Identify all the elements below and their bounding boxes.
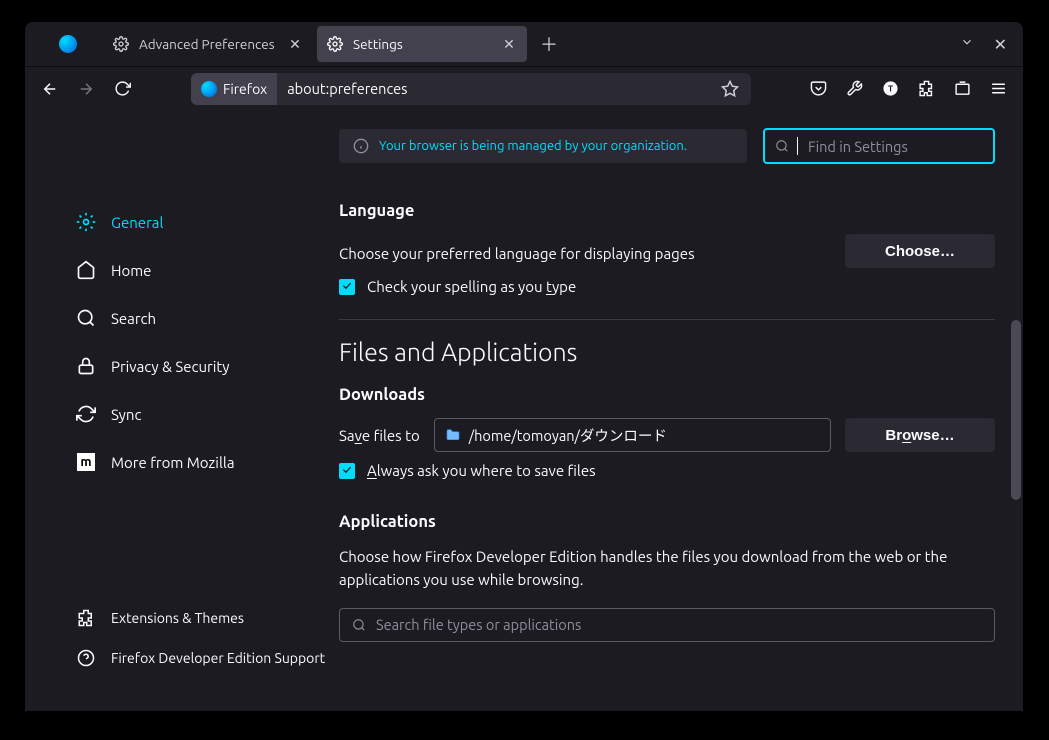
all-tabs-button[interactable] [960, 35, 974, 54]
pinned-tab[interactable] [33, 22, 103, 66]
screenshot-icon[interactable] [947, 74, 977, 104]
tab-label: Advanced Preferences [139, 36, 275, 52]
sidebar-support[interactable]: Firefox Developer Edition Support [73, 639, 339, 677]
separator [339, 319, 995, 320]
app-search-placeholder: Search file types or applications [376, 616, 581, 633]
svg-text:T: T [887, 83, 892, 93]
sync-icon [75, 403, 97, 425]
mozilla-icon: m [75, 451, 97, 473]
sidebar-item-label: Home [111, 262, 151, 279]
sidebar-item-label: More from Mozilla [111, 454, 235, 471]
url-input[interactable]: about:preferences [277, 80, 709, 97]
sidebar-item-label: Extensions & Themes [111, 610, 244, 626]
downloads-heading: Downloads [339, 386, 995, 404]
choose-language-button[interactable]: Choose… [845, 234, 995, 268]
lock-icon [75, 355, 97, 377]
firefox-icon [201, 81, 217, 97]
sidebar-item-home[interactable]: Home [73, 248, 339, 292]
tab-advanced-preferences[interactable]: Advanced Preferences ✕ [103, 26, 313, 62]
identity-label: Firefox [223, 81, 267, 97]
url-bar[interactable]: Firefox about:preferences [191, 73, 751, 105]
forward-button[interactable] [71, 74, 101, 104]
managed-banner: Your browser is being managed by your or… [339, 129, 747, 163]
firefox-icon [59, 35, 77, 53]
tab-bar: Advanced Preferences ✕ Settings ✕ ＋ ✕ [25, 22, 1023, 66]
sidebar-item-label: Sync [111, 406, 141, 423]
applications-desc: Choose how Firefox Developer Edition han… [339, 545, 995, 592]
sidebar-item-label: Firefox Developer Edition Support [111, 650, 325, 666]
sidebar-item-more-mozilla[interactable]: m More from Mozilla [73, 440, 339, 484]
bookmark-star-icon[interactable] [709, 80, 751, 98]
home-icon [75, 259, 97, 281]
search-placeholder: Find in Settings [808, 138, 908, 155]
applications-heading: Applications [339, 513, 995, 531]
extensions-icon[interactable] [911, 74, 941, 104]
tab-settings[interactable]: Settings ✕ [317, 26, 527, 62]
menu-icon[interactable] [983, 74, 1013, 104]
files-apps-heading: Files and Applications [339, 338, 995, 366]
spellcheck-label: Check your spelling as you type [367, 278, 576, 295]
reload-button[interactable] [107, 74, 137, 104]
search-icon [352, 618, 366, 632]
browse-button[interactable]: Browse… [845, 418, 995, 452]
sidebar-extensions-themes[interactable]: Extensions & Themes [73, 599, 339, 637]
banner-text: Your browser is being managed by your or… [379, 139, 687, 153]
identity-box[interactable]: Firefox [191, 73, 277, 105]
new-tab-button[interactable]: ＋ [535, 30, 563, 58]
sidebar-item-label: Privacy & Security [111, 358, 230, 375]
save-files-label: Save files to [339, 427, 420, 444]
sidebar-item-sync[interactable]: Sync [73, 392, 339, 436]
search-icon [775, 139, 789, 153]
folder-icon [445, 427, 461, 443]
sidebar-item-general[interactable]: General [73, 200, 339, 244]
language-heading: Language [339, 202, 995, 220]
applications-search-input[interactable]: Search file types or applications [339, 608, 995, 642]
puzzle-icon [75, 607, 97, 629]
settings-main: Your browser is being managed by your or… [339, 110, 1023, 711]
nav-toolbar: Firefox about:preferences T [25, 66, 1023, 110]
always-ask-label: Always ask you where to save files [367, 462, 596, 479]
search-icon [75, 307, 97, 329]
always-ask-checkbox[interactable]: ✓ [339, 463, 355, 479]
pocket-icon[interactable] [803, 74, 833, 104]
sidebar-item-search[interactable]: Search [73, 296, 339, 340]
gear-icon [113, 36, 129, 52]
window-close-button[interactable]: ✕ [994, 35, 1007, 54]
settings-search-input[interactable]: Find in Settings [763, 128, 995, 164]
sidebar-item-privacy[interactable]: Privacy & Security [73, 344, 339, 388]
sidebar-item-label: Search [111, 310, 156, 327]
scrollbar-thumb[interactable] [1011, 320, 1021, 500]
close-icon[interactable]: ✕ [501, 36, 517, 53]
download-path-value: /home/tomoyan/ダウンロード [469, 425, 667, 446]
download-path-input[interactable]: /home/tomoyan/ダウンロード [434, 418, 831, 452]
language-desc: Choose your preferred language for displ… [339, 242, 695, 265]
spellcheck-checkbox[interactable]: ✓ [339, 279, 355, 295]
back-button[interactable] [35, 74, 65, 104]
help-icon [75, 647, 97, 669]
gear-icon [327, 36, 343, 52]
tab-label: Settings [353, 36, 403, 52]
gear-icon [75, 211, 97, 233]
close-icon[interactable]: ✕ [287, 36, 303, 53]
settings-sidebar: General Home Search Privacy & Security S… [25, 110, 339, 711]
sidebar-item-label: General [111, 214, 163, 231]
wrench-icon[interactable] [839, 74, 869, 104]
accessibility-icon[interactable]: T [875, 74, 905, 104]
info-icon [353, 138, 369, 154]
